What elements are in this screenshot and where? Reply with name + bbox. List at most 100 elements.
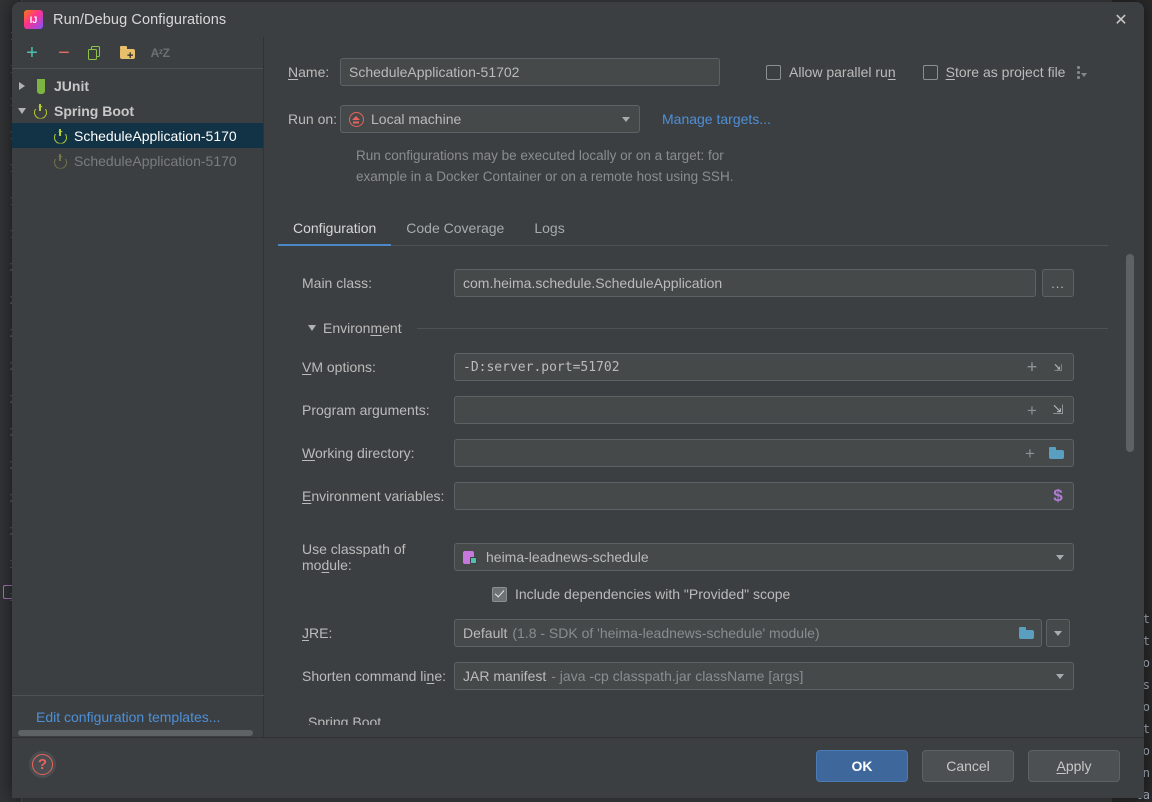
working-directory-input[interactable]: + xyxy=(454,439,1074,467)
program-arguments-row: Program arguments: + ⇲ xyxy=(264,396,1144,424)
chevron-down-icon xyxy=(1056,674,1064,679)
include-dependencies-label: Include dependencies with "Provided" sco… xyxy=(515,586,791,602)
shorten-command-line-combobox[interactable]: JAR manifest - java -cp classpath.jar cl… xyxy=(454,662,1074,690)
remove-configuration-icon[interactable]: − xyxy=(54,43,74,63)
store-file-options-icon[interactable] xyxy=(1073,62,1088,82)
run-on-value: Local machine xyxy=(371,111,462,127)
dialog-footer: ? OK Cancel Apply xyxy=(12,737,1144,798)
program-arguments-expand-icon[interactable]: ⇲ xyxy=(1047,397,1069,423)
dialog-buttons: OK Cancel Apply xyxy=(816,750,1120,782)
chevron-right-icon[interactable] xyxy=(12,81,32,90)
configuration-scroll-area: Main class: com.heima.schedule.ScheduleA… xyxy=(264,246,1144,736)
jre-label: JRE: xyxy=(302,625,333,641)
environment-variables-input[interactable]: $ xyxy=(454,482,1074,510)
edit-configuration-templates-link[interactable]: Edit configuration templates... xyxy=(12,695,264,737)
include-dependencies-checkbox[interactable]: Include dependencies with "Provided" sco… xyxy=(492,586,1144,602)
program-arguments-label: Program arguments: xyxy=(302,402,430,418)
include-dependencies-box[interactable] xyxy=(492,586,507,602)
configurations-tree-panel: + − + AᶻZ JUnit Spring Boot ScheduleApplic… xyxy=(12,37,264,737)
run-on-label: Run on: xyxy=(288,111,338,127)
program-arguments-add-icon[interactable]: + xyxy=(1021,397,1043,423)
name-input[interactable] xyxy=(340,58,720,86)
macro-dollar-icon[interactable]: $ xyxy=(1047,483,1069,509)
store-as-project-file-checkbox[interactable]: Store as project file xyxy=(922,64,1065,80)
apply-button[interactable]: Apply xyxy=(1028,750,1120,782)
jre-value: Default xyxy=(463,625,508,641)
spring-boot-icon xyxy=(32,103,48,119)
module-icon xyxy=(463,550,478,565)
close-icon[interactable]: ✕ xyxy=(1098,2,1144,37)
environment-section-header[interactable]: Environment xyxy=(308,320,1108,336)
copy-configuration-icon[interactable] xyxy=(86,43,106,63)
tree-toolbar: + − + AᶻZ xyxy=(12,37,263,69)
jre-input[interactable]: Default (1.8 - SDK of 'heima-leadnews-sc… xyxy=(454,619,1042,647)
store-as-project-file-box[interactable] xyxy=(922,64,938,80)
spring-boot-icon xyxy=(52,153,68,169)
config-vscrollbar-thumb[interactable] xyxy=(1126,254,1134,452)
run-on-combobox[interactable]: Local machine xyxy=(340,105,640,133)
tab-logs[interactable]: Logs xyxy=(519,220,579,245)
environment-section-label: Environment xyxy=(323,320,402,336)
vm-options-add-icon[interactable]: + xyxy=(1021,354,1043,380)
vm-options-value: -D:server.port=51702 xyxy=(463,359,620,375)
main-class-input[interactable]: com.heima.schedule.ScheduleApplication xyxy=(454,269,1036,297)
chevron-down-icon xyxy=(1056,555,1064,560)
sort-configurations-icon[interactable]: AᶻZ xyxy=(150,43,170,63)
main-class-label: Main class: xyxy=(302,275,373,291)
tree-item-scheduleapplication-5170[interactable]: ScheduleApplication-5170 xyxy=(12,123,263,148)
tree-item-junit[interactable]: JUnit xyxy=(12,73,263,98)
allow-parallel-run-label: Allow parallel run xyxy=(789,64,896,80)
environment-variables-label: Environment variables: xyxy=(302,488,445,504)
main-class-browse-button[interactable]: ... xyxy=(1042,269,1074,297)
shorten-command-line-value: JAR manifest xyxy=(463,668,547,684)
run-on-row: Run on: Local machine Manage targets... xyxy=(264,105,1144,133)
add-configuration-icon[interactable]: + xyxy=(22,43,42,63)
tree-item-spring-boot[interactable]: Spring Boot xyxy=(12,98,263,123)
vm-options-input[interactable]: -D:server.port=51702 + ⇲ xyxy=(454,353,1074,381)
chevron-down-icon[interactable] xyxy=(12,107,32,114)
clipped-section-label: Spring Boot xyxy=(308,714,382,725)
tree-item-label: ScheduleApplication-5170 xyxy=(74,152,237,169)
shorten-command-line-row: Shorten command line: JAR manifest - jav… xyxy=(264,662,1144,690)
ok-button[interactable]: OK xyxy=(816,750,908,782)
name-row: Name: Allow parallel run Store as projec… xyxy=(264,58,1144,86)
dialog-title: Run/Debug Configurations xyxy=(53,11,227,28)
config-vertical-scrollbar[interactable] xyxy=(1126,254,1134,728)
use-classpath-combobox[interactable]: heima-leadnews-schedule xyxy=(454,543,1074,571)
configuration-tabs: Configuration Code Coverage Logs xyxy=(278,210,1108,246)
working-directory-add-icon[interactable]: + xyxy=(1019,440,1041,466)
shorten-command-line-detail: - java -cp classpath.jar className [args… xyxy=(551,668,804,684)
allow-parallel-run-box[interactable] xyxy=(766,64,781,80)
folder-icon[interactable] xyxy=(1045,440,1067,466)
program-arguments-input[interactable]: + ⇲ xyxy=(454,396,1074,424)
help-label: ? xyxy=(37,756,48,773)
use-classpath-value: heima-leadnews-schedule xyxy=(486,549,649,565)
run-on-hint-line1: Run configurations may be executed local… xyxy=(356,148,724,163)
tree-item-scheduleapplication-5170[interactable]: ScheduleApplication-5170 xyxy=(12,148,263,173)
manage-targets-link[interactable]: Manage targets... xyxy=(662,111,771,127)
tab-configuration[interactable]: Configuration xyxy=(278,220,392,246)
junit-icon xyxy=(32,78,48,94)
run-on-hint: Run configurations may be executed local… xyxy=(356,145,836,187)
run-on-hint-line2: example in a Docker Container or on a re… xyxy=(356,169,734,184)
chevron-down-icon xyxy=(1054,630,1062,636)
shorten-command-line-label: Shorten command line: xyxy=(302,668,446,684)
vm-options-row: VM options: -D:server.port=51702 + ⇲ xyxy=(264,353,1144,381)
allow-parallel-run-checkbox[interactable]: Allow parallel run xyxy=(766,64,896,80)
section-divider xyxy=(416,327,1108,329)
name-label: Name: xyxy=(288,64,330,80)
configuration-form-panel: Name: Allow parallel run Store as projec… xyxy=(264,37,1144,737)
working-directory-label: Working directory: xyxy=(302,445,415,461)
tab-code-coverage[interactable]: Code Coverage xyxy=(391,220,519,245)
tree-item-label: ScheduleApplication-5170 xyxy=(74,127,237,144)
help-icon[interactable]: ? xyxy=(29,751,56,778)
vm-options-expand-icon[interactable]: ⇲ xyxy=(1047,354,1069,380)
jre-row: JRE: Default (1.8 - SDK of 'heima-leadne… xyxy=(264,619,1144,647)
jre-dropdown-button[interactable] xyxy=(1046,619,1070,647)
run-debug-configurations-dialog: Run/Debug Configurations ✕ + − + AᶻZ JUn… xyxy=(12,2,1144,798)
create-folder-icon[interactable]: + xyxy=(118,43,138,63)
cancel-button[interactable]: Cancel xyxy=(922,750,1014,782)
working-directory-row: Working directory: + xyxy=(264,439,1144,467)
jre-folder-icon[interactable] xyxy=(1015,620,1037,646)
chevron-down-icon[interactable] xyxy=(308,325,316,331)
